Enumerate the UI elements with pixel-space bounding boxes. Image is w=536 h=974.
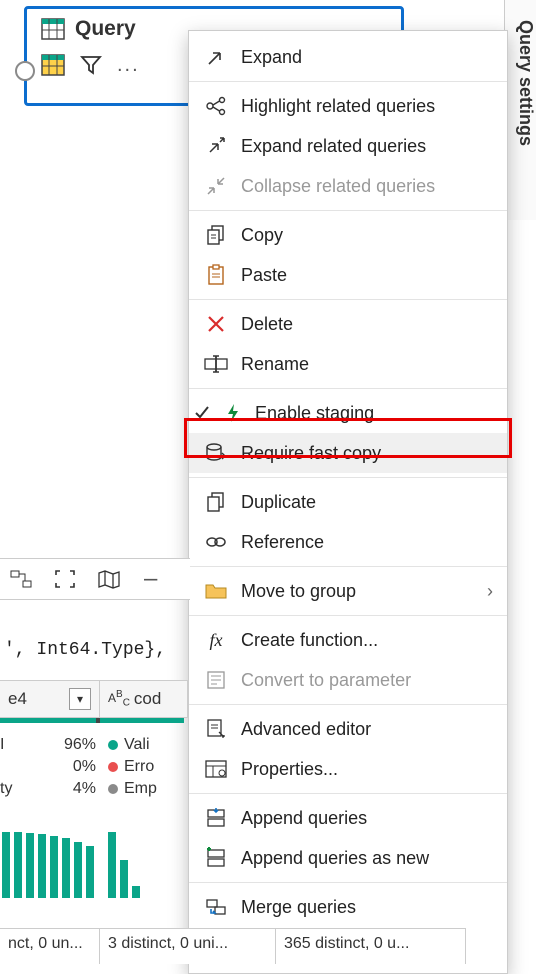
menu-expand[interactable]: Expand: [189, 37, 507, 77]
menu-label: Reference: [241, 532, 324, 553]
column-header-1[interactable]: e4 ▾: [0, 680, 100, 718]
menu-collapse-related: Collapse related queries: [189, 166, 507, 206]
menu-convert-to-parameter: Convert to parameter: [189, 660, 507, 700]
node-connection-dot[interactable]: [15, 61, 35, 81]
map-icon[interactable]: [96, 566, 122, 592]
diagram-view-icon[interactable]: [8, 566, 34, 592]
column-stats-1: I96% 0% ty4%: [0, 734, 96, 800]
footer-distinct-2: 3 distinct, 0 uni...: [100, 928, 276, 964]
quality-bar: [100, 718, 184, 723]
expand-out-icon: [203, 134, 229, 158]
table-icon: [41, 17, 65, 41]
menu-copy[interactable]: Copy: [189, 215, 507, 255]
menu-duplicate[interactable]: Duplicate: [189, 482, 507, 522]
query-settings-tab[interactable]: Query settings: [504, 0, 536, 220]
column-name: cod: [134, 689, 161, 709]
context-menu: Expand Highlight related queries Expand …: [188, 30, 508, 974]
properties-icon: [203, 757, 229, 781]
menu-label: Copy: [241, 225, 283, 246]
menu-expand-related[interactable]: Expand related queries: [189, 126, 507, 166]
menu-paste[interactable]: Paste: [189, 255, 507, 295]
query-settings-label: Query settings: [505, 20, 536, 146]
menu-label: Require fast copy: [241, 443, 381, 464]
lightning-icon: [223, 401, 243, 425]
menu-advanced-editor[interactable]: Advanced editor: [189, 709, 507, 749]
menu-append-queries-new[interactable]: Append queries as new: [189, 838, 507, 878]
menu-delete[interactable]: Delete: [189, 304, 507, 344]
merge-icon: [203, 895, 229, 919]
parameter-icon: [203, 668, 229, 692]
menu-label: Create function...: [241, 630, 378, 651]
footer-distinct-3: 365 distinct, 0 u...: [276, 928, 466, 964]
collapse-in-icon: [203, 174, 229, 198]
menu-label: Collapse related queries: [241, 176, 435, 197]
menu-label: Rename: [241, 354, 309, 375]
fullscreen-icon[interactable]: [52, 566, 78, 592]
menu-label: Highlight related queries: [241, 96, 435, 117]
menu-label: Duplicate: [241, 492, 316, 513]
toolbar-separator: –: [144, 565, 157, 593]
menu-rename[interactable]: Rename: [189, 344, 507, 384]
menu-label: Paste: [241, 265, 287, 286]
distribution-chart-2: [108, 828, 178, 898]
append-new-icon: [203, 846, 229, 870]
menu-label: Convert to parameter: [241, 670, 411, 691]
menu-append-queries[interactable]: Append queries: [189, 798, 507, 838]
menu-label: Delete: [241, 314, 293, 335]
expand-arrow-icon: [203, 45, 229, 69]
menu-label: Move to group: [241, 581, 356, 602]
fx-icon: fx: [203, 628, 229, 652]
menu-label: Expand related queries: [241, 136, 426, 157]
advanced-editor-icon: [203, 717, 229, 741]
chevron-right-icon: ›: [487, 581, 493, 602]
graph-icon: [203, 94, 229, 118]
menu-label: Enable staging: [255, 403, 374, 424]
append-icon: [203, 806, 229, 830]
folder-icon: [203, 579, 229, 603]
database-arrow-icon: [203, 441, 229, 465]
menu-label: Merge queries: [241, 897, 356, 918]
delete-icon: [203, 312, 229, 336]
menu-enable-staging[interactable]: Enable staging: [189, 393, 507, 433]
view-toolbar: –: [0, 558, 190, 600]
duplicate-icon: [203, 490, 229, 514]
copy-icon: [203, 223, 229, 247]
menu-label: Expand: [241, 47, 302, 68]
distribution-chart-1: [2, 828, 96, 898]
paste-icon: [203, 263, 229, 287]
code-text: ', Int64.Type},: [0, 640, 190, 660]
checkmark-icon: [193, 405, 211, 421]
more-icon[interactable]: ...: [117, 54, 140, 77]
filter-icon[interactable]: [79, 53, 103, 77]
menu-merge-queries[interactable]: Merge queries: [189, 887, 507, 927]
footer-distinct-1: nct, 0 un...: [0, 928, 100, 964]
quality-bar: [0, 718, 96, 723]
menu-label: Advanced editor: [241, 719, 371, 740]
menu-create-function[interactable]: fx Create function...: [189, 620, 507, 660]
menu-highlight-related[interactable]: Highlight related queries: [189, 86, 507, 126]
query-node-title: Query: [75, 17, 136, 41]
menu-require-fast-copy[interactable]: Require fast copy: [189, 433, 507, 473]
reference-link-icon: [203, 530, 229, 554]
table-yellow-icon[interactable]: [41, 53, 65, 77]
column-header-2[interactable]: ABC cod: [100, 680, 188, 718]
column-dropdown-icon[interactable]: ▾: [69, 688, 91, 710]
menu-move-to-group[interactable]: Move to group ›: [189, 571, 507, 611]
column-name: e4: [8, 689, 27, 709]
column-stats-2: Vali Erro Emp: [108, 734, 184, 800]
menu-label: Append queries as new: [241, 848, 429, 869]
type-text-icon: ABC: [108, 689, 130, 708]
menu-label: Properties...: [241, 759, 338, 780]
rename-icon: [203, 352, 229, 376]
menu-reference[interactable]: Reference: [189, 522, 507, 562]
menu-label: Append queries: [241, 808, 367, 829]
menu-properties[interactable]: Properties...: [189, 749, 507, 789]
